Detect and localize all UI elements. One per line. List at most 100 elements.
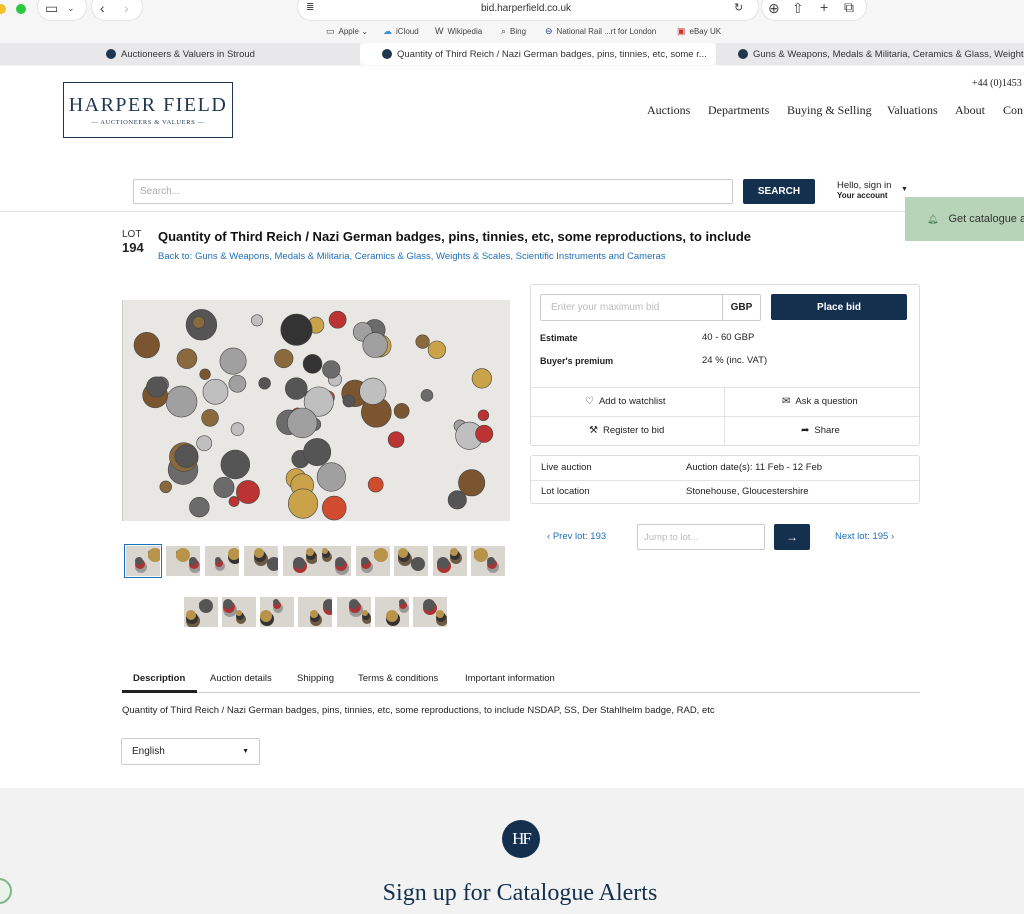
tab-important-info[interactable]: Important information <box>465 673 555 684</box>
nav-departments[interactable]: Departments <box>708 103 769 118</box>
catalogue-alert-button[interactable]: 🔔︎ Get catalogue a <box>905 197 1024 241</box>
tab-category[interactable]: Guns & Weapons, Medals & Militaria, Cera… <box>716 43 1024 65</box>
search-icon: ⌕ <box>501 26 507 36</box>
currency-label: GBP <box>722 294 761 321</box>
bookmark-icloud[interactable]: ☁ iCloud <box>383 26 419 37</box>
bell-icon: 🔔︎ <box>927 213 939 224</box>
language-select[interactable]: English ▼ <box>121 738 260 765</box>
folder-icon: ▭ <box>326 26 335 36</box>
thumbnail[interactable] <box>244 546 278 576</box>
tab-current-lot[interactable]: Quantity of Third Reich / Nazi German ba… <box>360 43 716 65</box>
harper-field-logo[interactable]: HARPER FIELD — AUCTIONEERS & VALUERS — <box>63 82 233 138</box>
bookmark-national-rail[interactable]: ⊖ National Rail ...rt for London <box>545 26 656 37</box>
thumbnail[interactable] <box>356 546 390 576</box>
minimize-dot[interactable] <box>0 4 6 14</box>
tabs-overview-icon[interactable]: ⧉ <box>844 0 854 15</box>
nav-auctions[interactable]: Auctions <box>647 103 690 118</box>
jump-go-button[interactable]: → <box>774 524 810 550</box>
thumbnail[interactable] <box>433 546 467 576</box>
thumbnail[interactable] <box>413 597 447 627</box>
nav-about[interactable]: About <box>955 103 985 118</box>
cloud-icon: ☁ <box>383 26 392 36</box>
account-greeting: Hello, sign in <box>837 180 892 191</box>
thumbnail[interactable] <box>166 546 200 576</box>
account-label: Your account <box>837 191 888 200</box>
divider <box>531 480 919 481</box>
tab-shipping[interactable]: Shipping <box>297 673 334 684</box>
thumbnail[interactable] <box>471 546 505 576</box>
forward-icon[interactable]: › <box>124 0 129 16</box>
share-button[interactable]: ➦ Share <box>801 425 840 436</box>
thumbnail[interactable] <box>283 546 317 576</box>
lot-description: Quantity of Third Reich / Nazi German ba… <box>122 705 715 716</box>
divider <box>531 387 919 388</box>
thumbnail[interactable] <box>184 597 218 627</box>
url-text: bid.harperfield.co.uk <box>481 3 572 14</box>
nav-valuations[interactable]: Valuations <box>887 103 938 118</box>
thumbnail[interactable] <box>260 597 294 627</box>
tab-description[interactable]: Description <box>133 673 185 684</box>
search-button[interactable]: SEARCH <box>743 179 815 204</box>
address-bar[interactable]: ≣ bid.harperfield.co.uk ↻ <box>298 0 758 20</box>
lot-number: 194 <box>122 240 144 255</box>
estimate-label: Estimate <box>540 333 578 343</box>
estimate-value: 40 - 60 GBP <box>702 332 755 343</box>
caret-down-icon: ▼ <box>242 748 249 755</box>
page-menu-icon[interactable]: ≣ <box>306 0 314 16</box>
badges-photo <box>123 300 510 521</box>
bookmark-wikipedia[interactable]: W Wikipedia <box>435 26 482 36</box>
thumbnail[interactable] <box>124 544 162 578</box>
envelope-icon: ✉ <box>782 396 791 407</box>
bookmark-ebay[interactable]: ▣ eBay UK <box>677 26 721 37</box>
harperfield-favicon <box>106 49 116 59</box>
max-bid-input[interactable] <box>540 294 723 321</box>
thumbnail[interactable] <box>317 546 351 576</box>
place-bid-button[interactable]: Place bid <box>771 294 907 320</box>
header-divider <box>0 211 1024 212</box>
lot-main-image[interactable] <box>122 300 510 521</box>
signup-heading: Sign up for Catalogue Alerts <box>382 880 658 906</box>
chevron-down-icon: ⌄ <box>67 3 75 13</box>
divider <box>531 416 919 417</box>
add-to-watchlist-button[interactable]: ♡ Add to watchlist <box>585 396 666 407</box>
sidebar-toggle[interactable]: ▭ ⌄ <box>38 0 86 20</box>
register-to-bid-button[interactable]: ⚒ Register to bid <box>589 425 664 436</box>
maximize-dot[interactable] <box>16 4 26 14</box>
account-menu[interactable]: Hello, sign in Your account <box>837 181 891 201</box>
nav-contact[interactable]: Con <box>1003 103 1023 118</box>
gavel-icon: ⚒ <box>589 425 598 436</box>
history-buttons: ‹ › <box>92 0 142 20</box>
back-to-category-link[interactable]: Back to: Guns & Weapons, Medals & Milita… <box>158 251 666 262</box>
wikipedia-icon: W <box>435 26 444 36</box>
thumbnail[interactable] <box>222 597 256 627</box>
new-tab-icon[interactable]: + <box>820 0 828 15</box>
thumbnail[interactable] <box>394 546 428 576</box>
search-input[interactable] <box>133 179 733 204</box>
page-title: Quantity of Third Reich / Nazi German ba… <box>158 229 752 244</box>
jump-to-lot-input[interactable] <box>637 524 765 550</box>
download-icon[interactable]: ⊕ <box>768 0 780 16</box>
ask-question-button[interactable]: ✉ Ask a question <box>782 396 858 407</box>
phone-number[interactable]: +44 (0)1453 <box>972 78 1022 89</box>
prev-lot-link[interactable]: ‹ Prev lot: 193 <box>547 531 606 542</box>
arrow-right-icon: → <box>786 530 798 544</box>
thumbnail[interactable] <box>298 597 332 627</box>
tab-auctioneers[interactable]: Auctioneers & Valuers in Stroud <box>0 43 360 65</box>
thumbnail[interactable] <box>337 597 371 627</box>
tab-terms[interactable]: Terms & conditions <box>358 673 438 684</box>
thumbnail[interactable] <box>375 597 409 627</box>
thumbnail[interactable] <box>205 546 239 576</box>
lot-location-label: Lot location <box>541 486 590 497</box>
bookmark-apple[interactable]: ▭ Apple ⌄ <box>326 26 368 37</box>
browser-chrome: ▭ ⌄ ‹ › ≣ bid.harperfield.co.uk ↻ ⊕ ⇧ + … <box>0 0 1024 66</box>
lot-location-value: Stonehouse, Gloucestershire <box>686 486 809 497</box>
share-icon[interactable]: ⇧ <box>792 0 804 16</box>
reload-icon[interactable]: ↻ <box>734 0 743 16</box>
tab-auction-details[interactable]: Auction details <box>210 673 272 684</box>
divider <box>724 388 725 445</box>
caret-down-icon[interactable]: ▼ <box>901 186 908 193</box>
back-icon[interactable]: ‹ <box>100 0 105 16</box>
next-lot-link[interactable]: Next lot: 195 › <box>835 531 894 542</box>
bookmark-bing[interactable]: ⌕ Bing <box>501 26 526 37</box>
nav-buying-selling[interactable]: Buying & Selling <box>787 103 872 118</box>
